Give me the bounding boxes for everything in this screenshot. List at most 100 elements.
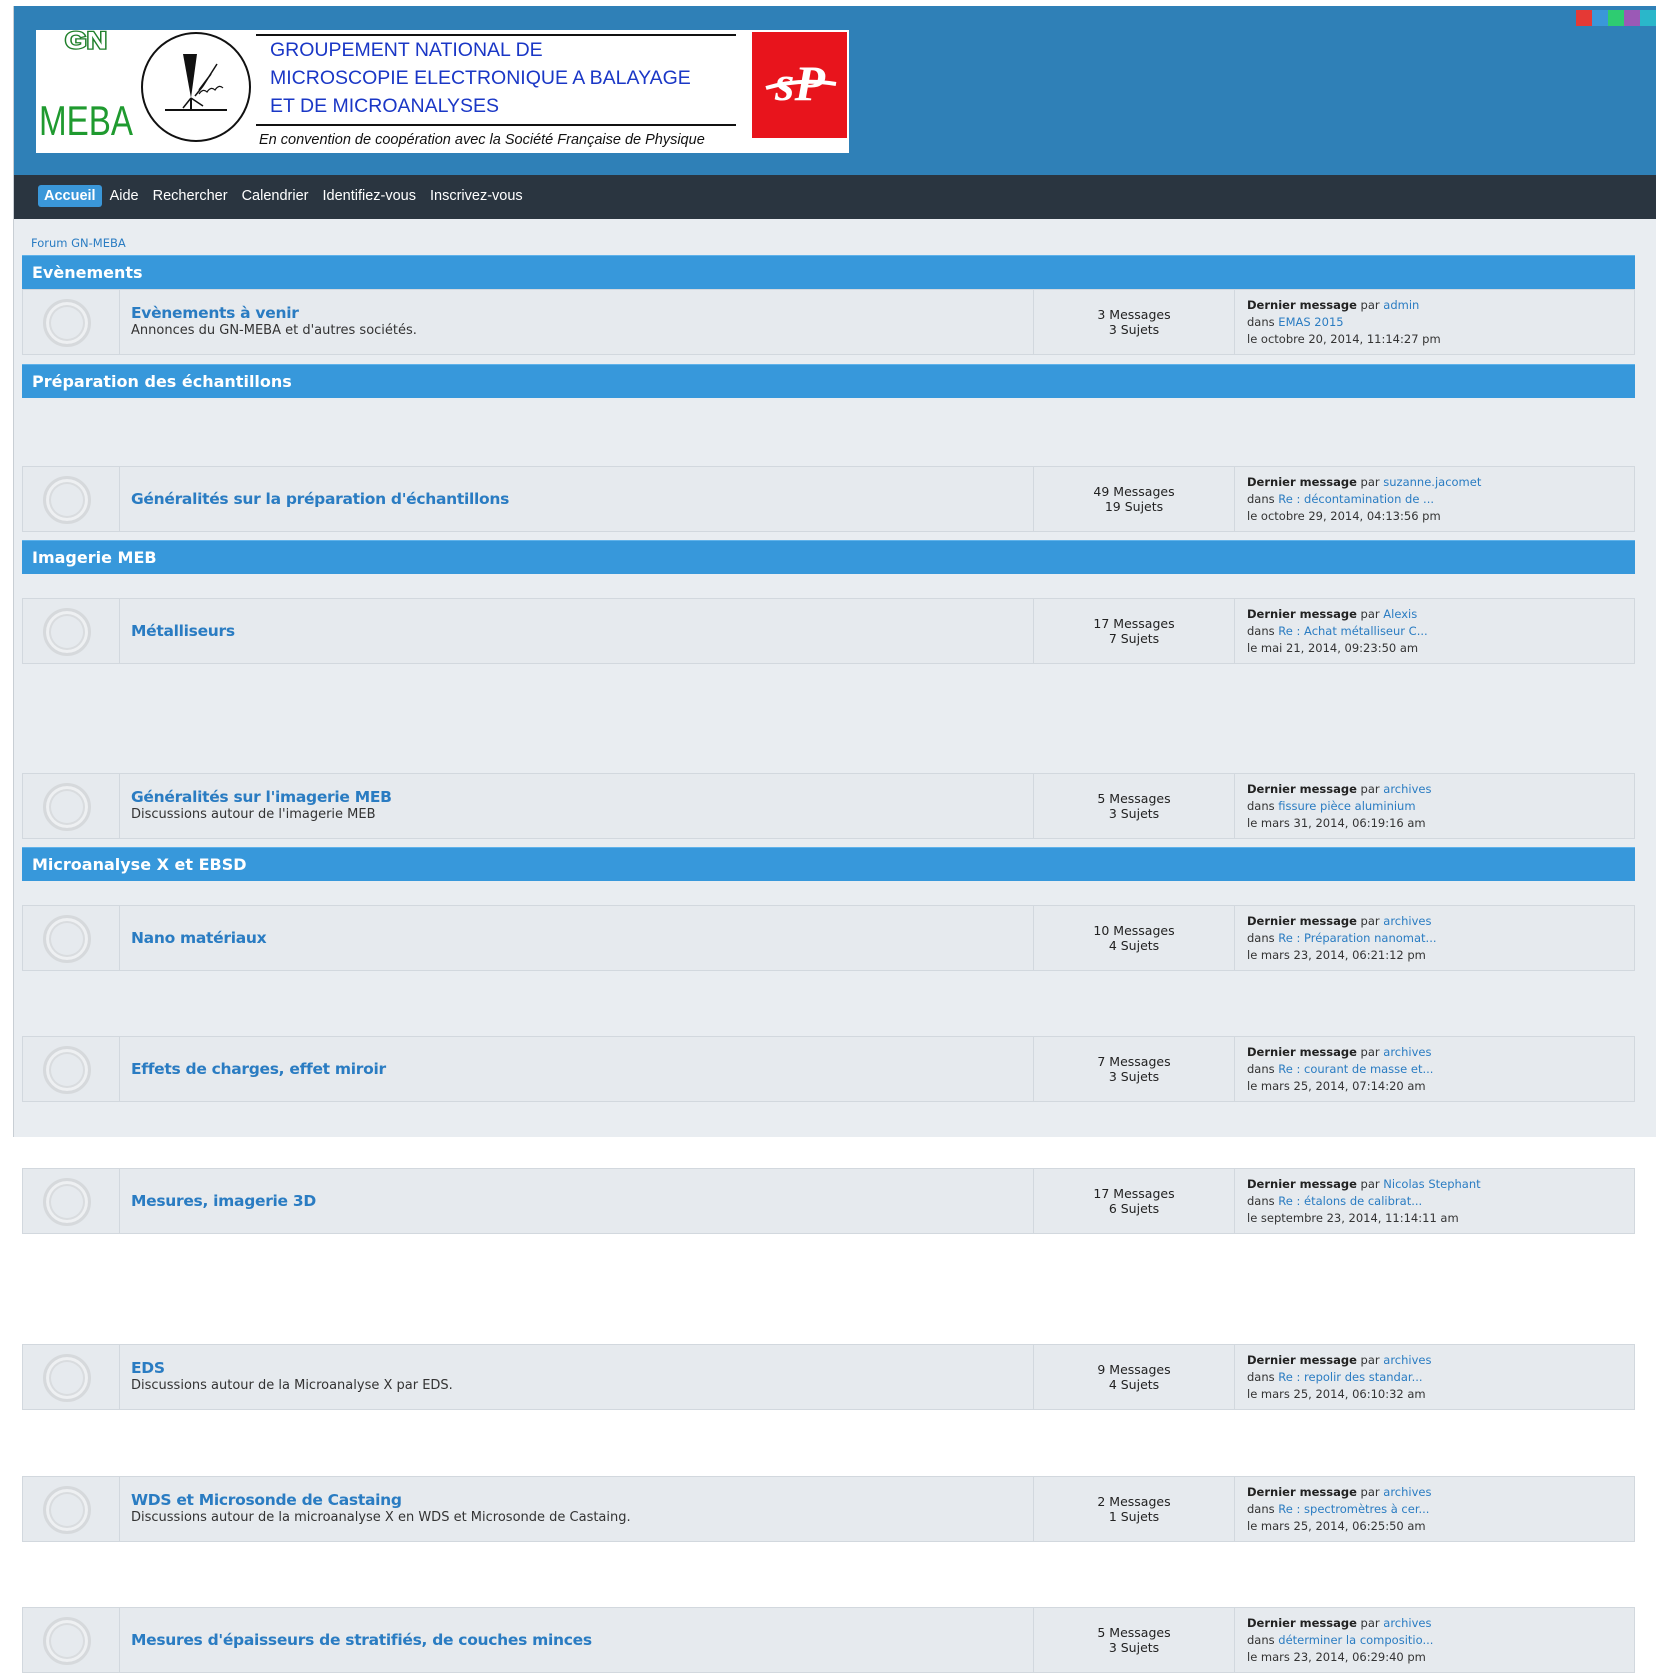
microscope-emblem-icon: [141, 32, 251, 142]
breadcrumb[interactable]: Forum GN-MEBA: [31, 236, 126, 250]
message-count: 49 Messages: [1093, 484, 1175, 499]
logo-divider: [256, 124, 736, 126]
by-label: par: [1360, 474, 1380, 489]
board-stats: 2 Messages 1 Sujets: [1033, 1477, 1234, 1541]
theme-swatch-4[interactable]: [1624, 10, 1640, 26]
last-post-author-link[interactable]: archives: [1383, 1616, 1431, 1630]
last-post-author-link[interactable]: archives: [1383, 1485, 1431, 1499]
in-label: dans: [1247, 930, 1275, 945]
in-label: dans: [1247, 798, 1275, 813]
last-post-topic-link[interactable]: Re : repolir des standar...: [1278, 1370, 1422, 1384]
last-post-info: Dernier message par archives dans détermi…: [1234, 1608, 1634, 1672]
board-icon-cell: [23, 1037, 120, 1101]
nav-item-2[interactable]: Rechercher: [147, 185, 234, 207]
category-header[interactable]: Imagerie MEB: [22, 540, 1635, 574]
board-info: Evènements à venir Annonces du GN-MEBA et…: [131, 290, 931, 354]
board-row: WDS et Microsonde de Castaing Discussions…: [22, 1476, 1635, 1542]
board-icon-cell: [23, 774, 120, 838]
last-post-topic-link[interactable]: Re : courant de masse et...: [1278, 1062, 1433, 1076]
site-logo[interactable]: GN MEBA GROUPEMENT NATIONAL DE MICROSCOP…: [36, 30, 849, 153]
no-new-posts-icon: [43, 1046, 91, 1094]
theme-swatch-1[interactable]: [1576, 10, 1592, 26]
last-post-info: Dernier message par archives dans Re : sp…: [1234, 1477, 1634, 1541]
last-post-topic-link[interactable]: Re : Achat métalliseur C...: [1278, 624, 1427, 638]
last-post-author-link[interactable]: Nicolas Stephant: [1383, 1177, 1480, 1191]
board-title-link[interactable]: Evènements à venir: [131, 304, 931, 322]
last-post-author-link[interactable]: suzanne.jacomet: [1383, 475, 1481, 489]
board-title-link[interactable]: EDS: [131, 1359, 931, 1377]
gn-meba-logo-icon: GN MEBA: [39, 30, 134, 144]
board-row: Généralités sur la préparation d'échanti…: [22, 466, 1635, 532]
last-post-topic-link[interactable]: Re : étalons de calibrat...: [1278, 1194, 1422, 1208]
board-icon-cell: [23, 1345, 120, 1409]
last-post-info: Dernier message par Alexis dans Re : Acha…: [1234, 599, 1634, 663]
no-new-posts-icon: [43, 1617, 91, 1665]
board-icon-cell: [23, 290, 120, 354]
board-title-link[interactable]: WDS et Microsonde de Castaing: [131, 1491, 931, 1509]
svg-text:GN: GN: [65, 30, 107, 54]
topic-count: 1 Sujets: [1108, 1509, 1160, 1524]
last-post-date: le mars 25, 2014, 06:25:50 am: [1247, 1518, 1426, 1533]
board-info: WDS et Microsonde de Castaing Discussions…: [131, 1477, 931, 1541]
sfp-logo-icon: sP: [752, 32, 847, 138]
board-stats: 49 Messages 19 Sujets: [1033, 467, 1234, 531]
last-post-date: le mai 21, 2014, 09:23:50 am: [1247, 640, 1419, 655]
in-label: dans: [1247, 623, 1275, 638]
theme-swatch-5[interactable]: [1640, 10, 1656, 26]
last-post-author-link[interactable]: archives: [1383, 782, 1431, 796]
nav-item-1[interactable]: Aide: [104, 185, 145, 207]
category-header[interactable]: Préparation des échantillons: [22, 364, 1635, 398]
board-row: Généralités sur l'imagerie MEB Discussion…: [22, 773, 1635, 839]
topic-count: 3 Sujets: [1108, 1640, 1160, 1655]
last-post-label: Dernier message: [1247, 781, 1357, 796]
last-post-date: le octobre 20, 2014, 11:14:27 pm: [1247, 331, 1441, 346]
board-title-link[interactable]: Mesures, imagerie 3D: [131, 1192, 316, 1210]
last-post-topic-link[interactable]: EMAS 2015: [1278, 315, 1343, 329]
board-row: Effets de charges, effet miroir 7 Message…: [22, 1036, 1635, 1102]
topic-count: 4 Sujets: [1108, 1377, 1160, 1392]
message-count: 10 Messages: [1093, 923, 1175, 938]
board-description: Discussions autour de l'imagerie MEB: [131, 807, 376, 822]
board-title-link[interactable]: Mesures d'épaisseurs de stratifiés, de c…: [131, 1631, 592, 1649]
in-label: dans: [1247, 1632, 1275, 1647]
last-post-topic-link[interactable]: fissure pièce aluminium: [1278, 799, 1415, 813]
last-post-topic-link[interactable]: Re : spectromètres à cer...: [1278, 1502, 1429, 1516]
board-title-link[interactable]: Nano matériaux: [131, 929, 267, 947]
nav-item-3[interactable]: Calendrier: [236, 185, 315, 207]
nav-item-4[interactable]: Identifiez-vous: [316, 185, 422, 207]
board-title-link[interactable]: Généralités sur l'imagerie MEB: [131, 788, 931, 806]
last-post-label: Dernier message: [1247, 297, 1357, 312]
message-count: 17 Messages: [1093, 616, 1175, 631]
no-new-posts-icon: [43, 299, 91, 347]
board-description: Annonces du GN-MEBA et d'autres sociétés…: [131, 323, 417, 338]
board-title-link[interactable]: Généralités sur la préparation d'échanti…: [131, 490, 509, 508]
last-post-date: le mars 23, 2014, 06:21:12 pm: [1247, 947, 1426, 962]
in-label: dans: [1247, 1369, 1275, 1384]
last-post-author-link[interactable]: Alexis: [1383, 607, 1417, 621]
board-title-link[interactable]: Métalliseurs: [131, 622, 235, 640]
last-post-label: Dernier message: [1247, 1484, 1357, 1499]
message-count: 3 Messages: [1097, 307, 1171, 322]
board-stats: 9 Messages 4 Sujets: [1033, 1345, 1234, 1409]
board-title-link[interactable]: Effets de charges, effet miroir: [131, 1060, 386, 1078]
board-icon-cell: [23, 599, 120, 663]
nav-item-0[interactable]: Accueil: [38, 185, 102, 207]
nav-item-5[interactable]: Inscrivez-vous: [424, 185, 529, 207]
category-header[interactable]: Evènements: [22, 255, 1635, 289]
last-post-author-link[interactable]: archives: [1383, 1353, 1431, 1367]
no-new-posts-icon: [43, 1178, 91, 1226]
last-post-author-link[interactable]: admin: [1383, 298, 1419, 312]
board-info: Effets de charges, effet miroir: [131, 1037, 931, 1101]
theme-swatch-2[interactable]: [1592, 10, 1608, 26]
topic-count: 3 Sujets: [1108, 1069, 1160, 1084]
last-post-author-link[interactable]: archives: [1383, 1045, 1431, 1059]
last-post-topic-link[interactable]: déterminer la compositio...: [1278, 1633, 1433, 1647]
last-post-topic-link[interactable]: Re : décontamination de ...: [1278, 492, 1434, 506]
by-label: par: [1360, 913, 1380, 928]
board-info: Mesures, imagerie 3D: [131, 1169, 931, 1233]
theme-swatch-3[interactable]: [1608, 10, 1624, 26]
board-stats: 5 Messages 3 Sujets: [1033, 774, 1234, 838]
last-post-author-link[interactable]: archives: [1383, 914, 1431, 928]
category-header[interactable]: Microanalyse X et EBSD: [22, 847, 1635, 881]
last-post-topic-link[interactable]: Re : Préparation nanomat...: [1278, 931, 1436, 945]
